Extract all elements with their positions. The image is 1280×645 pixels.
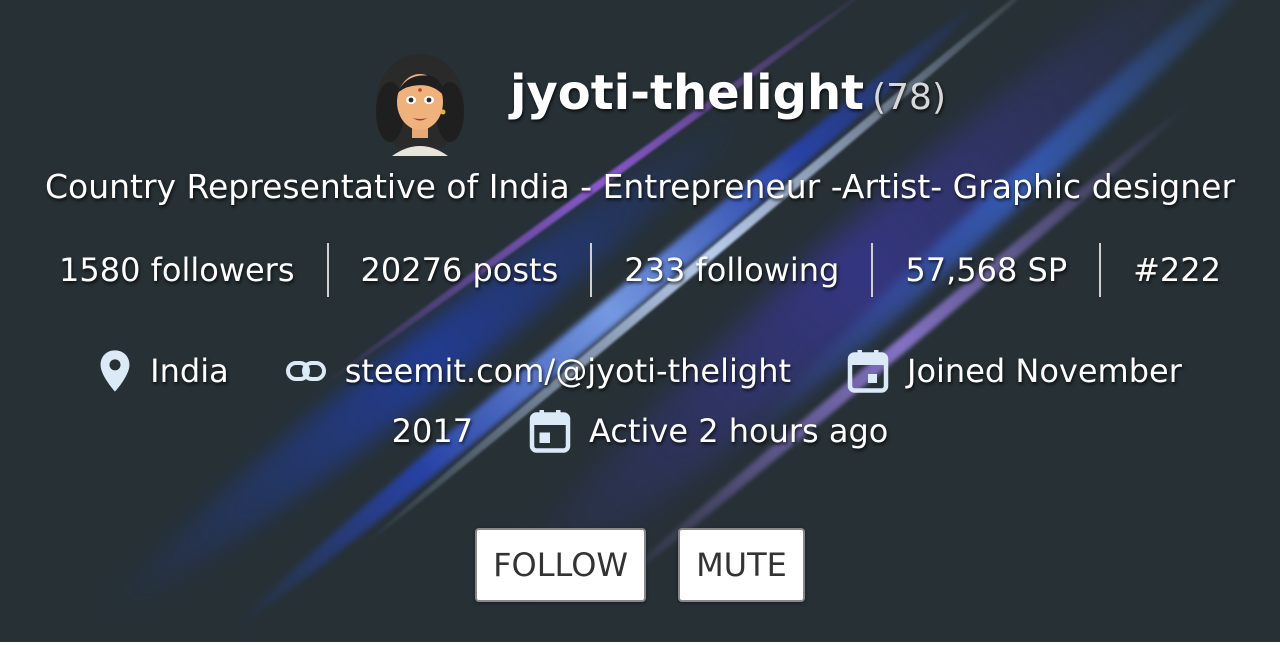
posts-count[interactable]: 20276 posts (326, 243, 591, 297)
profile-meta-row-2: 2017 Active 2 hours ago (0, 402, 1280, 460)
profile-about: Country Representative of India - Entrep… (44, 167, 1236, 206)
location-text: India (150, 352, 229, 390)
profile-actions: FOLLOW MUTE (0, 528, 1280, 602)
profile-meta-row: India steemit.com/@jyoti-thelight Joined… (0, 342, 1280, 400)
website-link[interactable]: steemit.com/@jyoti-thelight (345, 352, 791, 390)
joined-date: Joined November (847, 348, 1182, 394)
profile-hero-banner: jyoti-thelight (78) Country Representativ… (0, 0, 1280, 642)
joined-text-part2: 2017 (391, 412, 474, 450)
avatar[interactable] (372, 52, 468, 156)
location-pin-icon (100, 350, 130, 392)
profile-name-row: jyoti-thelight (78) (510, 58, 946, 128)
calendar-icon (529, 410, 571, 453)
active-text: Active 2 hours ago (589, 412, 889, 450)
username: jyoti-thelight (510, 65, 865, 121)
mute-button[interactable]: MUTE (678, 528, 805, 602)
reputation-score: (78) (872, 77, 946, 118)
last-active: Active 2 hours ago (529, 408, 888, 454)
joined-text-part1: Joined November (907, 352, 1182, 390)
rank: #222 (1099, 243, 1253, 297)
following-count[interactable]: 233 following (590, 243, 871, 297)
followers-count[interactable]: 1580 followers (27, 243, 327, 297)
follow-button[interactable]: FOLLOW (475, 528, 647, 602)
joined-year: 2017 (392, 412, 473, 450)
steem-power: 57,568 SP (871, 243, 1099, 297)
website[interactable]: steemit.com/@jyoti-thelight (285, 352, 791, 390)
location: India (98, 349, 229, 393)
link-icon (285, 361, 326, 381)
calendar-icon (847, 350, 889, 393)
profile-stats: 1580 followers 20276 posts 233 following… (59, 240, 1221, 300)
